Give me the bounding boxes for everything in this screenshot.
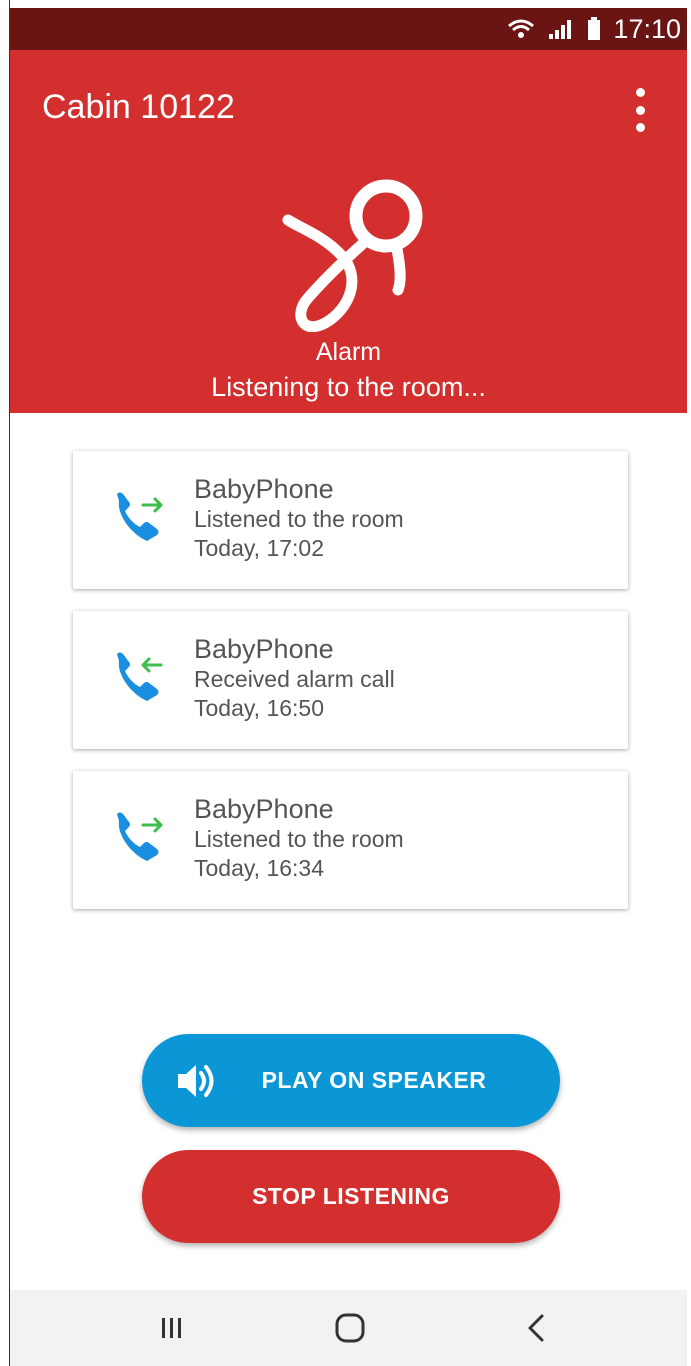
- battery-icon: [588, 17, 601, 40]
- stop-listening-button[interactable]: STOP LISTENING: [142, 1150, 560, 1243]
- speaker-icon: [178, 1065, 214, 1097]
- incoming-call-icon: [117, 652, 163, 701]
- call-log-card[interactable]: BabyPhone Listened to the room Today, 17…: [73, 451, 628, 589]
- outgoing-call-icon: [117, 492, 163, 541]
- back-icon[interactable]: [506, 1306, 566, 1350]
- wifi-icon: [508, 19, 535, 38]
- listening-status: Listening to the room...: [211, 372, 486, 402]
- call-time: Today, 16:34: [194, 855, 325, 881]
- play-on-speaker-button[interactable]: PLAY ON SPEAKER: [142, 1034, 560, 1127]
- call-description: Listened to the room: [194, 826, 404, 852]
- app-title: Cabin 10122: [42, 88, 235, 126]
- stop-listening-label: STOP LISTENING: [252, 1183, 450, 1209]
- status-bar: 17:10: [10, 8, 687, 50]
- call-name: BabyPhone: [194, 634, 334, 664]
- recent-apps-icon[interactable]: [142, 1306, 202, 1350]
- call-name: BabyPhone: [194, 794, 334, 824]
- outgoing-call-icon: [117, 812, 163, 861]
- play-on-speaker-label: PLAY ON SPEAKER: [261, 1067, 487, 1093]
- alarm-label: Alarm: [315, 338, 382, 366]
- call-time: Today, 16:50: [194, 695, 325, 721]
- window-frame-left: [0, 0, 10, 1366]
- call-description: Received alarm call: [194, 666, 395, 692]
- call-name: BabyPhone: [194, 474, 334, 504]
- call-time: Today, 17:02: [194, 535, 325, 561]
- system-nav-bar: [10, 1290, 687, 1366]
- call-description: Listened to the room: [194, 506, 404, 532]
- signal-icon: [549, 20, 572, 39]
- pacifier-icon: [282, 179, 423, 332]
- call-log-card[interactable]: BabyPhone Listened to the room Today, 16…: [73, 771, 628, 909]
- app-header: Cabin 10122 Alarm Listening to the room.…: [10, 50, 687, 413]
- call-log-card[interactable]: BabyPhone Received alarm call Today, 16:…: [73, 611, 628, 749]
- status-time: 17:10: [613, 13, 681, 44]
- more-vert-icon[interactable]: [633, 88, 647, 132]
- window-frame-right: [687, 0, 691, 1366]
- home-icon[interactable]: [320, 1306, 380, 1350]
